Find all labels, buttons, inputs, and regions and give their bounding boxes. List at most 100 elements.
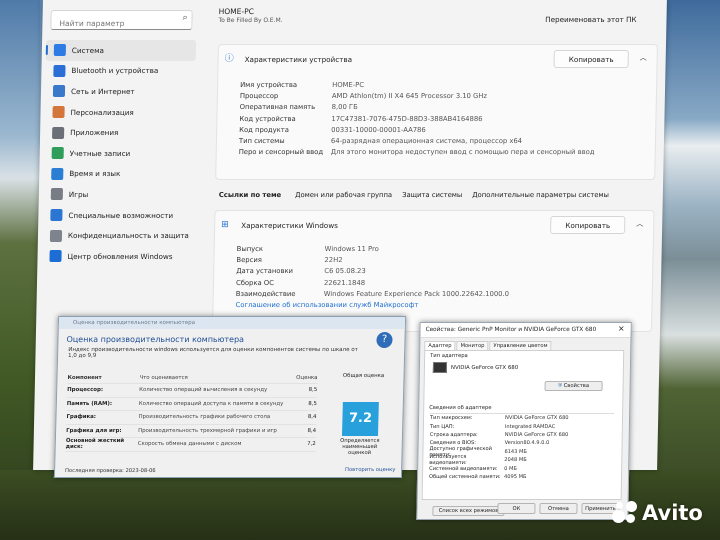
related-link[interactable]: Домен или рабочая группа	[295, 191, 392, 199]
tab-adapter[interactable]: Адаптер	[424, 341, 456, 350]
sidebar-item[interactable]: Система	[45, 40, 197, 61]
search-box[interactable]: ⌕	[50, 10, 193, 30]
spec-key[interactable]: Соглашение об использовании служб Майкро…	[235, 301, 418, 312]
spec-row: Взаимодействие Windows Feature Experience…	[236, 290, 509, 301]
sidebar-item[interactable]: Специальные возможности	[42, 205, 192, 226]
wei-row: Графика для игр: Производительность трехм…	[65, 424, 317, 438]
info-row: Общей системной памяти: 4095 МБ	[429, 473, 613, 481]
help-icon[interactable]: ?	[376, 332, 393, 348]
sidebar-item-label: Система	[71, 45, 105, 55]
spec-key: Оперативная память	[239, 103, 316, 112]
bluetooth-icon	[53, 64, 66, 77]
chevron-up-icon[interactable]: ︿	[636, 219, 643, 229]
spec-key: Сборка ОС	[235, 278, 275, 287]
rename-pc-button[interactable]: Переименовать этот ПК	[545, 15, 636, 24]
wei-score: 8,4	[307, 414, 317, 421]
col-component: Компонент	[67, 375, 102, 381]
base-score-note: Определяется наименьшей оценкой	[340, 438, 380, 456]
last-check: Последняя проверка: 2023-08-06	[64, 468, 156, 474]
dialog-title: Свойства: Generic PnP Monitor и NVIDIA G…	[420, 323, 631, 338]
sidebar-item[interactable]: Игры	[43, 184, 193, 205]
spec-row: Оперативная память 8,00 ГБ	[240, 103, 596, 114]
close-icon[interactable]: ×	[618, 324, 625, 333]
sidebar-item[interactable]: Центр обновления Windows	[41, 246, 191, 267]
info-value: Integrated RAMDAC	[504, 423, 556, 430]
search-input[interactable]	[57, 18, 180, 29]
info-key: Строка адаптера:	[429, 431, 478, 438]
tab-monitor[interactable]: Монитор	[456, 341, 489, 350]
wei-component: Память (RAM):	[66, 400, 113, 407]
search-icon: ⌕	[182, 13, 188, 23]
sidebar-item-label: Учетные записи	[69, 148, 131, 158]
sidebar-item[interactable]: Персонализация	[44, 102, 194, 123]
wei-row: Основной жесткий диск: Скорость обмена да…	[65, 438, 316, 452]
ok-button[interactable]: ОК	[497, 503, 536, 514]
spec-value: С6 05.08.23	[324, 267, 366, 276]
sidebar-item[interactable]: Конфиденциальность и защита	[42, 225, 192, 246]
spec-key: Перо и сенсорный ввод	[238, 148, 324, 157]
spec-row: Версия 22H2	[236, 256, 509, 267]
info-value: 6143 МБ	[504, 448, 527, 455]
spec-value: 8,00 ГБ	[331, 103, 358, 112]
spec-key: Дата установки	[236, 267, 294, 276]
adapter-type-row: NVIDIA GeForce GTX 680	[432, 362, 623, 373]
globe-clock-icon	[51, 167, 64, 180]
sidebar-item-label: Конфиденциальность и защита	[67, 231, 189, 241]
cancel-button[interactable]: Отмена	[539, 503, 578, 514]
related-links-bar: Ссылки по теме Домен или рабочая группа За…	[215, 186, 655, 204]
info-key: Системной видеопамяти:	[429, 465, 498, 472]
rerun-assessment-link[interactable]: Повторить оценку	[345, 467, 395, 473]
spec-value: Windows 11 Pro	[324, 245, 379, 253]
sidebar-item[interactable]: Сеть и Интернет	[45, 81, 195, 102]
wei-component: Процессор:	[67, 387, 104, 394]
device-specs-table: Имя устройства HOME-PC Процессор AMD Athlon…	[239, 81, 596, 159]
col-score: Оценка	[296, 375, 318, 381]
spec-key: Взаимодействие	[235, 289, 296, 298]
col-rated: Что оценивается	[139, 375, 188, 381]
sidebar-item-label: Время и язык	[69, 169, 121, 179]
info-row: Используется видеопамяти: 2048 МБ	[429, 454, 613, 467]
spec-row: Имя устройства HOME-PC	[240, 81, 596, 92]
sidebar-item-label: Игры	[68, 189, 89, 199]
info-row: Строка адаптера: NVIDIA GeForce GTX 680	[430, 431, 614, 439]
info-value: 0 МБ	[504, 465, 517, 472]
wei-score: 8,5	[308, 387, 318, 394]
sidebar-item[interactable]: Bluetooth и устройства	[45, 61, 195, 82]
copy-windows-specs-button[interactable]: Копировать	[550, 216, 626, 234]
sidebar-item[interactable]: Время и язык	[43, 164, 193, 185]
wei-window: Оценка производительности компьютера Оце…	[53, 316, 407, 478]
info-value: 2048 МБ	[504, 457, 527, 464]
sidebar-item[interactable]: Учетные записи	[43, 143, 193, 164]
related-link[interactable]: Дополнительные параметры системы	[472, 191, 609, 199]
copy-device-specs-button[interactable]: Копировать	[553, 50, 629, 68]
chevron-up-icon[interactable]: ︿	[640, 53, 647, 63]
spec-value: HOME-PC	[332, 81, 365, 89]
device-specs-card: ⓘ Характеристики устройства Копировать ︿…	[215, 44, 659, 180]
windows-specs-table: Выпуск Windows 11 Pro Версия 22H2 Дата устан…	[235, 245, 510, 312]
info-value: NVIDIA GeForce GTX 680	[504, 431, 569, 438]
graphics-card-icon	[432, 362, 448, 373]
list-all-modes-button[interactable]: Список всех режимов	[432, 506, 505, 516]
spec-row: Дата установки С6 05.08.23	[236, 267, 509, 278]
sidebar-item[interactable]: Приложения	[44, 122, 194, 143]
spec-row: Выпуск Windows 11 Pro	[237, 245, 510, 256]
wei-row: Память (RAM): Количество операций доступа…	[66, 397, 317, 411]
sidebar-nav: Система Bluetooth и устройства Сеть и Инте…	[41, 40, 197, 267]
wei-window-title: Оценка производительности компьютера	[58, 317, 406, 329]
info-key: Используется видеопамяти:	[429, 454, 467, 467]
device-specs-title: Характеристики устройства	[244, 54, 353, 64]
pc-name: HOME-PC	[218, 7, 254, 16]
avito-watermark-text: Avito	[642, 501, 703, 525]
wei-heading: Оценка производительности компьютера	[66, 335, 245, 344]
wei-rated: Производительность трехмерной графики и …	[138, 427, 277, 434]
info-value: NVIDIA GeForce GTX 680	[504, 415, 569, 422]
sidebar-item-label: Приложения	[70, 128, 119, 138]
wei-table: Компонент Что оценивается Оценка Процесс…	[65, 373, 318, 452]
wei-rated: Количество операций вычисления в секунду	[139, 387, 268, 394]
spec-value: Windows Feature Experience Pack 1000.226…	[323, 289, 510, 298]
adapter-properties-button[interactable]: ⛨ Свойства	[544, 381, 603, 391]
accessibility-icon	[50, 209, 63, 222]
tab-color-management[interactable]: Управление цветом	[489, 341, 552, 350]
spec-value: 22H2	[324, 256, 343, 265]
related-link[interactable]: Защита системы	[402, 191, 462, 199]
